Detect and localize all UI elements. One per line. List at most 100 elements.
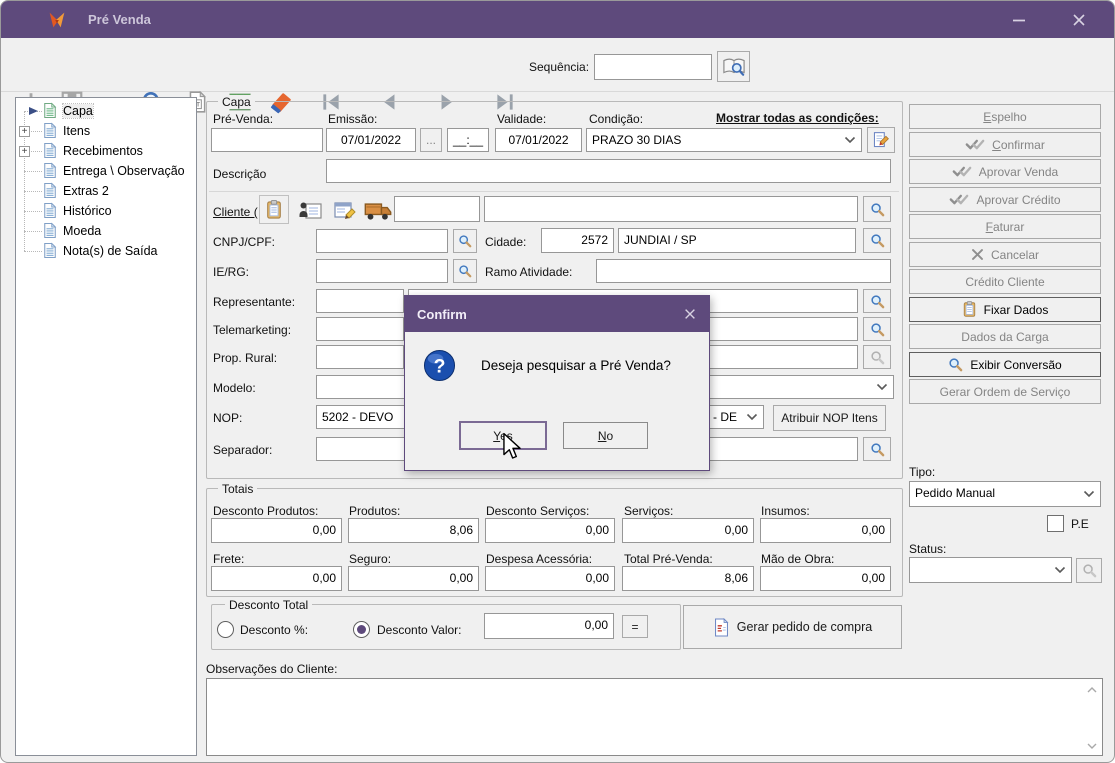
edit-condicoes-button[interactable] [867, 127, 895, 153]
representante-code-input[interactable] [316, 289, 404, 313]
observacoes-textarea[interactable] [206, 678, 1103, 756]
gerar-pedido-compra-button[interactable]: Gerar pedido de compra [683, 605, 902, 649]
desconto-percent-radio[interactable] [217, 621, 234, 638]
cnpj-search-button[interactable] [453, 229, 477, 253]
magnifier-icon [458, 264, 472, 278]
dialog-close-icon[interactable] [683, 307, 697, 321]
book-magnifier-icon [722, 56, 746, 78]
sequence-input[interactable] [594, 54, 712, 80]
tree-item-historico[interactable]: Histórico [16, 202, 196, 220]
servicos-input[interactable]: 0,00 [622, 518, 754, 543]
cliente-code-input[interactable] [394, 196, 480, 222]
atribuir-nop-itens-button[interactable]: Atribuir NOP Itens [773, 405, 886, 431]
emissao-time-input[interactable]: __:__ [447, 128, 489, 152]
ie-rg-input[interactable] [316, 259, 448, 283]
equals-button[interactable]: = [622, 615, 648, 638]
tree-item-entrega-observacao[interactable]: Entrega \ Observação [16, 162, 196, 180]
desconto-valor-radio[interactable] [353, 621, 370, 638]
tree-item-notas-de-saida[interactable]: Nota(s) de Saída [16, 242, 196, 260]
page-icon [43, 202, 57, 219]
tree-item-label: Entrega \ Observação [63, 164, 185, 178]
pe-checkbox[interactable] [1047, 515, 1064, 532]
cliente-clipboard-button[interactable] [259, 195, 289, 224]
espelho-button[interactable]: Espelho [909, 104, 1101, 129]
dialog-no-button[interactable]: No [563, 422, 648, 449]
scroll-down-icon[interactable] [1086, 741, 1098, 751]
despesa-acessoria-input[interactable]: 0,00 [485, 566, 615, 591]
total-pre-venda-input[interactable]: 8,06 [622, 566, 754, 591]
seguro-input[interactable]: 0,00 [348, 566, 479, 591]
separador-search-button[interactable] [863, 437, 891, 461]
ie-search-button[interactable] [453, 259, 477, 283]
prop-rural-search-button[interactable] [863, 345, 891, 369]
tree-item-moeda[interactable]: Moeda [16, 222, 196, 240]
cliente-name-input[interactable] [484, 196, 858, 222]
seguro-label: Seguro: [349, 552, 391, 566]
insumos-input[interactable]: 0,00 [760, 518, 891, 543]
insumos-label: Insumos: [761, 504, 810, 518]
cliente-search-button[interactable] [863, 196, 891, 222]
tree-item-itens[interactable]: + Itens [16, 122, 196, 140]
chevron-down-icon [746, 413, 758, 421]
desconto-total-legend: Desconto Total [225, 598, 312, 612]
tree-item-recebimentos[interactable]: + Recebimentos [16, 142, 196, 160]
desconto-valor-input[interactable]: 0,00 [484, 613, 614, 639]
emissao-more-button[interactable]: ... [420, 128, 442, 152]
faturar-button[interactable]: Faturar [909, 214, 1101, 239]
double-check-icon [952, 165, 972, 178]
ramo-atividade-input[interactable] [596, 259, 891, 283]
desconto-valor-label: Desconto Valor: [377, 623, 462, 637]
credito-cliente-button[interactable]: Crédito Cliente [909, 269, 1101, 294]
fixar-dados-button[interactable]: Fixar Dados [909, 297, 1101, 322]
prop-rural-code-input[interactable] [316, 345, 404, 369]
cidade-code-input[interactable]: 2572 [541, 228, 614, 253]
cidade-search-button[interactable] [863, 228, 891, 253]
telemarketing-code-input[interactable] [316, 317, 404, 341]
dados-da-carga-button[interactable]: Dados da Carga [909, 324, 1101, 349]
sequence-search-button[interactable] [717, 51, 750, 82]
mostrar-condicoes-link[interactable]: Mostrar todas as condições: [716, 111, 879, 125]
status-search-button[interactable] [1076, 558, 1102, 583]
condicao-select[interactable]: PRAZO 30 DIAS [586, 128, 862, 152]
desconto-produtos-input[interactable]: 0,00 [211, 518, 342, 543]
scroll-up-icon[interactable] [1086, 685, 1098, 695]
tree-item-extras-2[interactable]: Extras 2 [16, 182, 196, 200]
dialog-no-label: No [598, 429, 613, 443]
chevron-down-icon [1054, 566, 1066, 574]
tree-expander[interactable]: + [19, 126, 30, 137]
close-button[interactable] [1056, 1, 1102, 38]
tree-item-capa[interactable]: Capa [16, 102, 196, 120]
customer-card-icon[interactable] [298, 200, 324, 222]
status-select[interactable] [909, 557, 1072, 583]
produtos-label: Produtos: [349, 504, 400, 518]
pre-venda-input[interactable] [211, 128, 323, 152]
produtos-input[interactable]: 8,06 [348, 518, 479, 543]
tree-expander[interactable]: + [19, 146, 30, 157]
despesa-acessoria-label: Despesa Acessória: [486, 552, 592, 566]
desconto-servicos-label: Desconto Serviços: [486, 504, 589, 518]
gerar-ordem-servico-button[interactable]: Gerar Ordem de Serviço [909, 379, 1101, 404]
desconto-servicos-input[interactable]: 0,00 [485, 518, 615, 543]
cnpj-cpf-input[interactable] [316, 229, 448, 253]
confirmar-button[interactable]: Confirmar [909, 132, 1101, 157]
properties-icon[interactable] [332, 200, 358, 222]
double-check-icon [949, 193, 969, 206]
minimize-button[interactable] [996, 1, 1042, 38]
truck-icon[interactable] [363, 199, 393, 223]
frete-input[interactable]: 0,00 [211, 566, 342, 591]
descricao-input[interactable] [326, 159, 891, 183]
telemarketing-search-button[interactable] [863, 317, 891, 341]
validade-input[interactable]: 07/01/2022 [495, 128, 582, 152]
aprovar-credito-button[interactable]: Aprovar Crédito [909, 187, 1101, 212]
exibir-conversao-button[interactable]: Exibir Conversão [909, 352, 1101, 377]
emissao-input[interactable]: 07/01/2022 [326, 128, 416, 152]
dados-da-carga-label: Dados da Carga [961, 330, 1048, 344]
tipo-select[interactable]: Pedido Manual [909, 481, 1101, 507]
aprovar-venda-button[interactable]: Aprovar Venda [909, 159, 1101, 184]
mao-de-obra-input[interactable]: 0,00 [760, 566, 891, 591]
representante-search-button[interactable] [863, 289, 891, 313]
magnifier-icon [870, 350, 885, 365]
cidade-name-input[interactable]: JUNDIAI / SP [618, 228, 856, 253]
cancelar-button[interactable]: Cancelar [909, 242, 1101, 267]
cliente-label[interactable]: Cliente ( [213, 205, 258, 219]
